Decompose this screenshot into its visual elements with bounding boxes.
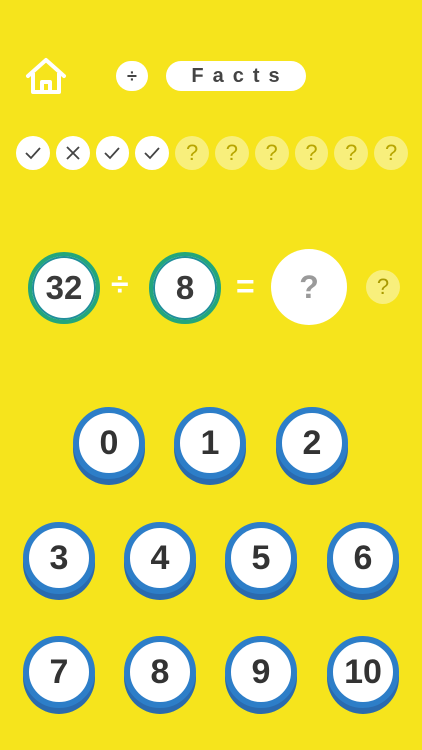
key-3[interactable]: 3 — [23, 522, 95, 594]
key-0[interactable]: 0 — [73, 407, 145, 479]
key-8[interactable]: 8 — [124, 636, 196, 708]
key-2[interactable]: 2 — [276, 407, 348, 479]
key-7[interactable]: 7 — [23, 636, 95, 708]
operand-a: 32 — [28, 252, 100, 324]
cross-icon — [66, 146, 80, 160]
page-title: Facts — [166, 61, 306, 91]
key-5[interactable]: 5 — [225, 522, 297, 594]
key-4[interactable]: 4 — [124, 522, 196, 594]
progress-dot-correct — [95, 136, 130, 170]
progress-dot-wrong — [55, 136, 90, 170]
answer-field: ? — [271, 249, 347, 325]
key-6[interactable]: 6 — [327, 522, 399, 594]
home-button[interactable] — [24, 56, 68, 96]
progress-row: ?????? — [16, 136, 408, 170]
progress-dot-correct — [135, 136, 170, 170]
check-icon — [104, 147, 121, 160]
home-icon — [26, 58, 66, 94]
key-9[interactable]: 9 — [225, 636, 297, 708]
progress-dot-pending: ? — [175, 136, 209, 170]
key-10[interactable]: 10 — [327, 636, 399, 708]
check-icon — [25, 147, 41, 160]
hint-button[interactable]: ? — [366, 270, 400, 304]
operation-symbol: ÷ — [116, 61, 148, 91]
progress-dot-pending: ? — [294, 136, 329, 170]
operator-symbol: ÷ — [111, 266, 129, 302]
progress-dot-pending: ? — [214, 136, 249, 170]
operand-b: 8 — [149, 252, 221, 324]
progress-dot-pending: ? — [374, 136, 408, 170]
progress-dot-pending: ? — [334, 136, 369, 170]
progress-dot-correct — [16, 136, 50, 170]
check-icon — [144, 147, 160, 160]
key-1[interactable]: 1 — [174, 407, 246, 479]
progress-dot-pending: ? — [254, 136, 289, 170]
equals-symbol: = — [236, 268, 255, 304]
